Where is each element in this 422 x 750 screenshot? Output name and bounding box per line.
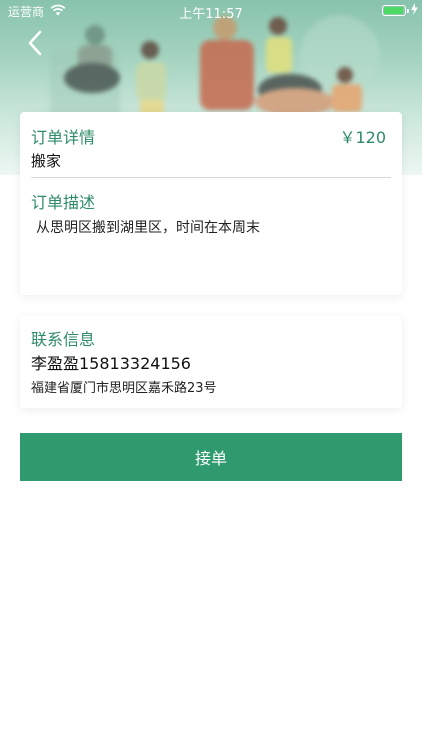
contact-info-title: 联系信息 [31, 330, 96, 349]
charging-bolt-icon [411, 3, 418, 18]
accept-order-button[interactable]: 接单 [20, 433, 402, 481]
order-card: 订单详情 ￥120 搬家 订单描述 从思明区搬到湖里区，时间在本周末 [20, 112, 402, 295]
contact-card: 联系信息 李盈盈15813324156 福建省厦门市思明区嘉禾路23号 [20, 316, 402, 408]
order-name: 搬家 [31, 152, 62, 170]
contact-address: 福建省厦门市思明区嘉禾路23号 [31, 381, 217, 396]
divider [31, 177, 391, 178]
order-description-title: 订单描述 [31, 193, 96, 212]
order-description: 从思明区搬到湖里区，时间在本周末 [36, 220, 260, 236]
status-time: 上午11:57 [179, 7, 243, 22]
back-button[interactable] [22, 26, 52, 60]
contact-name-phone: 李盈盈15813324156 [31, 354, 191, 373]
battery-icon [382, 5, 409, 16]
order-price: ￥120 [339, 128, 386, 147]
chevron-left-icon [28, 30, 42, 56]
status-bar: 运营商 上午11:57 [0, 0, 422, 22]
battery-level [384, 7, 403, 14]
order-details-title: 订单详情 [31, 128, 96, 147]
